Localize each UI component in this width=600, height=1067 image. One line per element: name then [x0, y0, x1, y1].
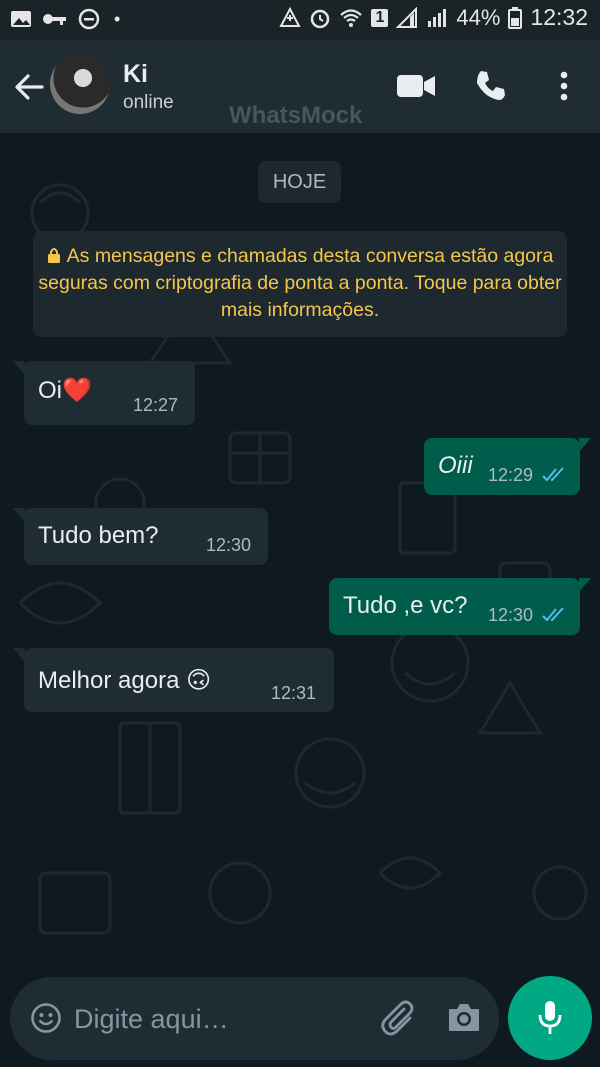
message-time: 12:29 — [488, 465, 534, 485]
microphone-icon — [538, 1001, 562, 1034]
video-call-button[interactable] — [396, 68, 436, 104]
attach-icon[interactable] — [380, 999, 416, 1037]
encryption-notice-text: As mensagens e chamadas desta conversa e… — [38, 245, 562, 321]
video-call-icon — [397, 75, 435, 97]
battery-percent: 44% — [456, 4, 501, 30]
notification-dot-icon: • — [114, 8, 121, 29]
avatar[interactable] — [50, 54, 110, 114]
do-not-disturb-icon — [78, 8, 100, 30]
sim-badge: 1 — [371, 8, 389, 27]
emoji-icon[interactable] — [30, 1002, 62, 1034]
encryption-notice[interactable]: As mensagens e chamadas desta conversa e… — [33, 231, 567, 337]
more-options-button[interactable] — [544, 68, 584, 104]
phone-icon — [477, 71, 505, 100]
voice-message-button[interactable] — [508, 976, 592, 1060]
message-time: 12:30 — [206, 535, 252, 555]
message-text: Oiii — [438, 452, 473, 479]
status-time: 12:32 — [530, 4, 588, 30]
status-bar: • 1 44% 12:32 — [0, 0, 600, 40]
more-vert-icon — [560, 71, 568, 101]
message-bubble-outgoing[interactable]: Tudo ,e vc? 12:30 — [329, 578, 591, 635]
read-ticks-icon — [542, 467, 564, 482]
signal-bars-icon — [428, 8, 447, 27]
date-separator: HOJE — [258, 161, 341, 203]
wifi-icon — [340, 8, 363, 27]
back-arrow-icon[interactable] — [12, 70, 46, 104]
contact-status: online — [123, 92, 174, 113]
camera-icon[interactable] — [446, 1001, 482, 1033]
data-saver-icon — [279, 6, 302, 27]
message-bubble-incoming[interactable]: Melhor agora 🙃 12:31 — [13, 648, 334, 712]
contact-name[interactable]: Ki — [123, 60, 148, 89]
message-bubble-incoming[interactable]: Tudo bem? 12:30 — [13, 508, 268, 565]
read-ticks-icon — [542, 607, 564, 622]
key-icon — [43, 14, 66, 25]
message-text: Melhor agora 🙃 — [38, 667, 212, 694]
message-time: 12:31 — [271, 683, 317, 703]
message-time: 12:30 — [488, 605, 534, 625]
gallery-icon — [11, 11, 31, 27]
message-text: Oi❤️ — [38, 377, 92, 404]
message-bubble-incoming[interactable]: Oi❤️ 12:27 — [13, 361, 195, 425]
voice-call-button[interactable] — [470, 68, 510, 104]
message-text: Tudo bem? — [38, 522, 159, 549]
message-text: Tudo ,e vc? — [343, 592, 468, 619]
lock-icon — [47, 248, 60, 263]
watermark: WhatsMock — [229, 102, 363, 129]
battery-icon — [508, 6, 523, 29]
message-composer — [10, 977, 499, 1062]
message-bubble-outgoing[interactable]: Oiii 12:29 — [424, 438, 591, 495]
alarm-icon — [311, 9, 330, 28]
message-time: 12:27 — [133, 395, 179, 415]
chat-header: Ki online WhatsMock — [0, 40, 600, 133]
signal-icon — [396, 6, 418, 28]
message-input[interactable] — [72, 977, 366, 1062]
